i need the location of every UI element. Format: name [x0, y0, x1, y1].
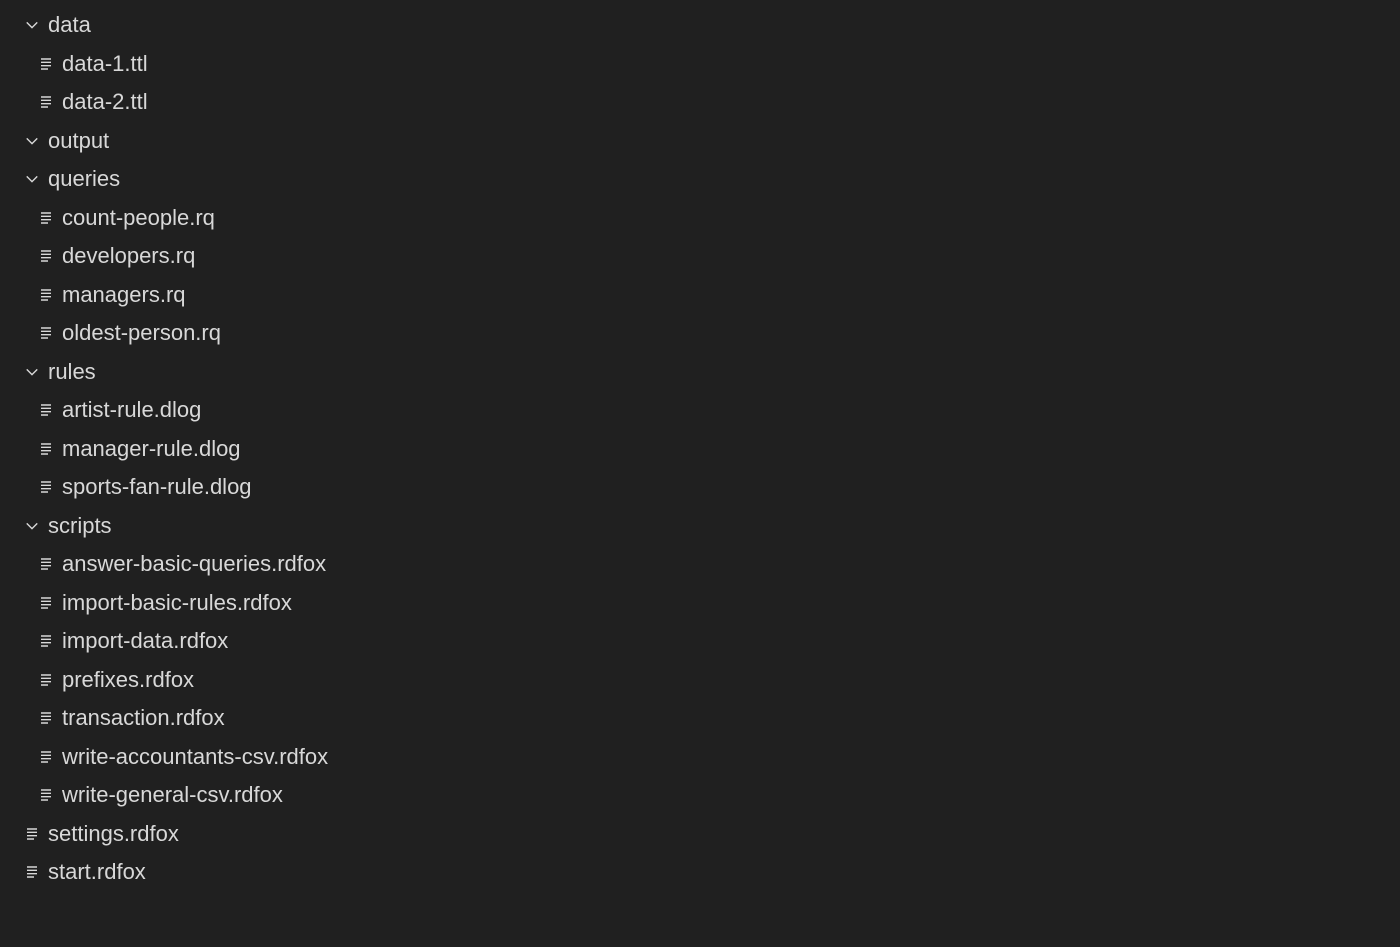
file-label: artist-rule.dlog	[58, 399, 201, 421]
file-icon	[34, 633, 58, 649]
folder-label: queries	[44, 168, 120, 190]
file-label: count-people.rq	[58, 207, 215, 229]
file-import-basic-rules-rdfox[interactable]: import-basic-rules.rdfox	[0, 584, 1400, 623]
folder-label: data	[44, 14, 91, 36]
chevron-down-icon	[20, 172, 44, 186]
folder-queries[interactable]: queries	[0, 160, 1400, 199]
file-label: manager-rule.dlog	[58, 438, 241, 460]
file-data-2-ttl[interactable]: data-2.ttl	[0, 83, 1400, 122]
file-label: oldest-person.rq	[58, 322, 221, 344]
chevron-down-icon	[20, 134, 44, 148]
file-icon	[34, 210, 58, 226]
file-label: import-data.rdfox	[58, 630, 228, 652]
file-count-people-rq[interactable]: count-people.rq	[0, 199, 1400, 238]
file-label: prefixes.rdfox	[58, 669, 194, 691]
file-label: write-accountants-csv.rdfox	[58, 746, 328, 768]
file-icon	[34, 479, 58, 495]
chevron-down-icon	[20, 365, 44, 379]
file-label: import-basic-rules.rdfox	[58, 592, 292, 614]
file-icon	[34, 672, 58, 688]
file-icon	[34, 325, 58, 341]
folder-label: scripts	[44, 515, 112, 537]
file-icon	[34, 94, 58, 110]
file-icon	[34, 595, 58, 611]
file-manager-rule-dlog[interactable]: manager-rule.dlog	[0, 430, 1400, 469]
file-answer-basic-queries-rdfox[interactable]: answer-basic-queries.rdfox	[0, 545, 1400, 584]
file-write-accountants-csv-rdfox[interactable]: write-accountants-csv.rdfox	[0, 738, 1400, 777]
file-managers-rq[interactable]: managers.rq	[0, 276, 1400, 315]
folder-output[interactable]: output	[0, 122, 1400, 161]
file-icon	[34, 248, 58, 264]
file-label: settings.rdfox	[44, 823, 179, 845]
chevron-down-icon	[20, 18, 44, 32]
file-artist-rule-dlog[interactable]: artist-rule.dlog	[0, 391, 1400, 430]
file-icon	[34, 749, 58, 765]
file-import-data-rdfox[interactable]: import-data.rdfox	[0, 622, 1400, 661]
file-icon	[34, 710, 58, 726]
file-label: managers.rq	[58, 284, 186, 306]
folder-rules[interactable]: rules	[0, 353, 1400, 392]
file-icon	[34, 556, 58, 572]
folder-label: output	[44, 130, 109, 152]
file-oldest-person-rq[interactable]: oldest-person.rq	[0, 314, 1400, 353]
file-icon	[34, 441, 58, 457]
file-label: start.rdfox	[44, 861, 146, 883]
folder-scripts[interactable]: scripts	[0, 507, 1400, 546]
file-label: data-2.ttl	[58, 91, 148, 113]
file-prefixes-rdfox[interactable]: prefixes.rdfox	[0, 661, 1400, 700]
file-label: data-1.ttl	[58, 53, 148, 75]
file-transaction-rdfox[interactable]: transaction.rdfox	[0, 699, 1400, 738]
file-developers-rq[interactable]: developers.rq	[0, 237, 1400, 276]
file-start-rdfox[interactable]: start.rdfox	[0, 853, 1400, 892]
file-write-general-csv-rdfox[interactable]: write-general-csv.rdfox	[0, 776, 1400, 815]
file-data-1-ttl[interactable]: data-1.ttl	[0, 45, 1400, 84]
file-icon	[20, 864, 44, 880]
file-label: developers.rq	[58, 245, 195, 267]
file-icon	[34, 287, 58, 303]
folder-label: rules	[44, 361, 96, 383]
file-tree: data data-1.ttl data-2.ttl output querie…	[0, 0, 1400, 892]
chevron-down-icon	[20, 519, 44, 533]
file-sports-fan-rule-dlog[interactable]: sports-fan-rule.dlog	[0, 468, 1400, 507]
file-label: write-general-csv.rdfox	[58, 784, 283, 806]
file-settings-rdfox[interactable]: settings.rdfox	[0, 815, 1400, 854]
file-label: sports-fan-rule.dlog	[58, 476, 252, 498]
file-label: answer-basic-queries.rdfox	[58, 553, 326, 575]
file-label: transaction.rdfox	[58, 707, 225, 729]
file-icon	[34, 56, 58, 72]
file-icon	[20, 826, 44, 842]
file-icon	[34, 402, 58, 418]
file-icon	[34, 787, 58, 803]
folder-data[interactable]: data	[0, 6, 1400, 45]
